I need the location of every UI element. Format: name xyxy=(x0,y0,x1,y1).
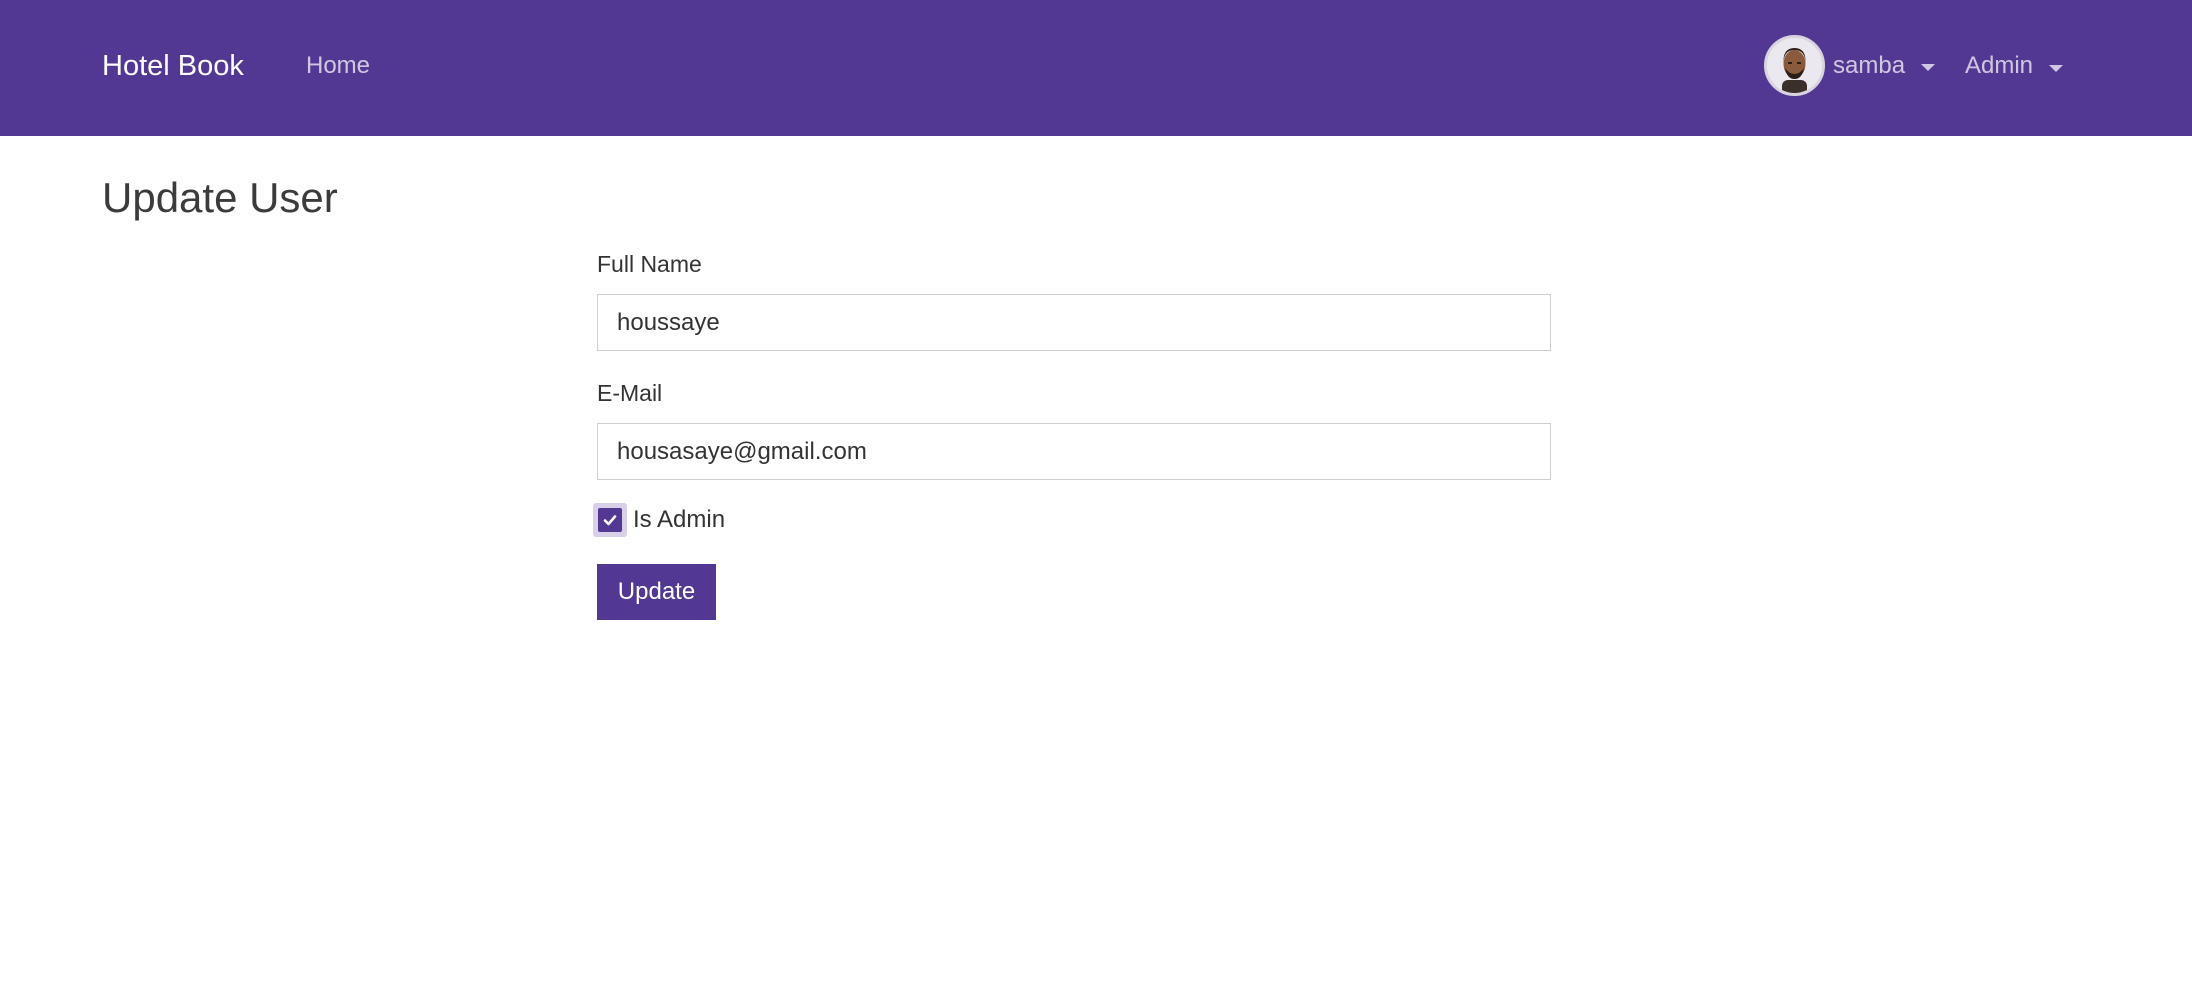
caret-down-icon xyxy=(1921,64,1936,71)
brand-link[interactable]: Hotel Book xyxy=(102,46,244,86)
admin-menu-dropdown[interactable]: Admin xyxy=(1965,48,2064,84)
full-name-field[interactable] xyxy=(597,294,1551,351)
user-menu-label: samba xyxy=(1833,51,1906,79)
email-field[interactable] xyxy=(597,423,1551,480)
page-title: Update User xyxy=(102,174,338,221)
admin-menu-label: Admin xyxy=(1965,52,2034,79)
caret-down-icon xyxy=(2049,64,2064,72)
top-navbar: Hotel Book Home samba Admin xyxy=(0,0,2192,136)
user-avatar-image xyxy=(1767,38,1822,93)
update-button[interactable]: Update xyxy=(597,564,716,620)
user-menu-dropdown[interactable]: samba xyxy=(1764,35,1936,96)
email-label: E-Mail xyxy=(597,380,663,406)
checkbox-checked-state xyxy=(598,508,622,532)
full-name-label: Full Name xyxy=(597,251,702,277)
is-admin-checkbox[interactable] xyxy=(593,503,627,537)
is-admin-label: Is Admin xyxy=(633,506,726,533)
nav-home-link[interactable]: Home xyxy=(306,48,370,84)
avatar xyxy=(1764,35,1825,96)
is-admin-checkbox-row[interactable]: Is Admin xyxy=(593,503,725,537)
check-icon xyxy=(603,515,617,526)
